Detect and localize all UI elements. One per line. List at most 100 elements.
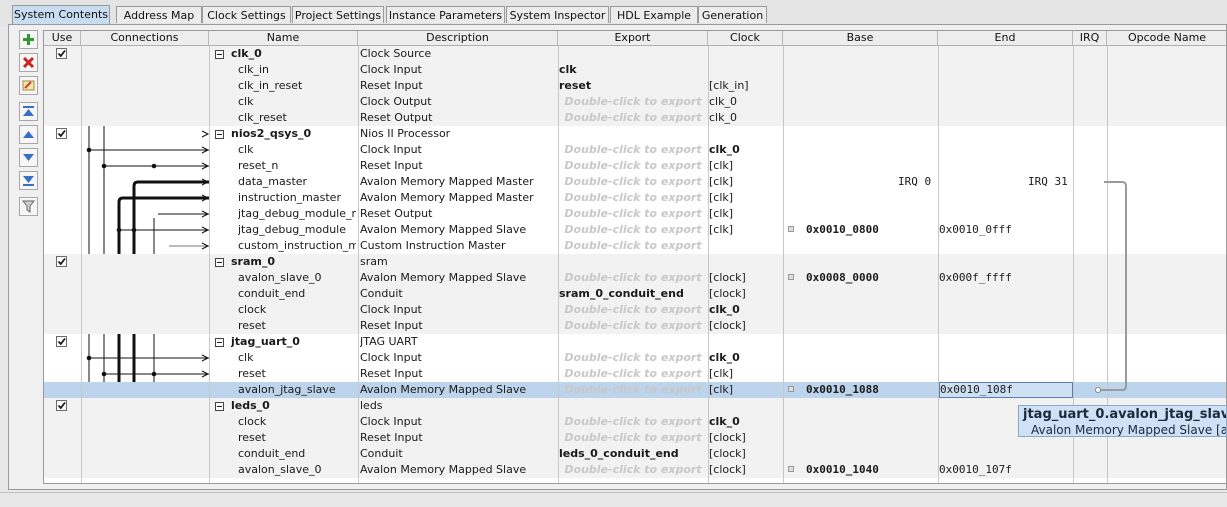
filter-button[interactable] <box>19 197 38 216</box>
clock-cell[interactable]: [clock] <box>709 270 782 286</box>
clock-cell[interactable]: [clock] <box>709 446 782 462</box>
move-bottom-button[interactable] <box>19 171 38 190</box>
interface-row[interactable]: clk_reset Reset Output Double-click to exp… <box>44 110 1226 126</box>
clock-cell[interactable]: [clk] <box>709 206 782 222</box>
name-cell[interactable]: reset <box>238 366 356 382</box>
interface-row[interactable]: clk Clock Input Double-click to export clk_… <box>44 350 1226 366</box>
tab-clock-settings[interactable]: Clock Settings <box>202 6 291 23</box>
clock-cell[interactable]: [clk] <box>709 222 782 238</box>
export-hint[interactable]: Double-click to export <box>558 94 708 110</box>
tab-generation[interactable]: Generation <box>698 6 767 23</box>
interface-row[interactable]: clk Clock Input Double-click to export clk_… <box>44 142 1226 158</box>
name-cell[interactable]: jtag_uart_0 <box>231 334 356 350</box>
clock-cell[interactable]: [clock] <box>709 462 782 478</box>
base-address[interactable]: 0x0008_0000 <box>806 270 936 286</box>
name-cell[interactable]: reset <box>238 318 356 334</box>
clock-cell[interactable]: [clock] <box>709 318 782 334</box>
column-header-end[interactable]: End <box>938 31 1073 45</box>
clock-cell[interactable]: clk_0 <box>709 110 782 126</box>
column-header-description[interactable]: Description <box>358 31 558 45</box>
irq-connection[interactable] <box>1074 31 1134 431</box>
name-cell[interactable]: clk_0 <box>231 46 356 62</box>
export-hint[interactable]: Double-click to export <box>558 174 708 190</box>
move-down-button[interactable] <box>19 148 38 167</box>
clock-cell[interactable]: clk_0 <box>709 142 782 158</box>
interface-row[interactable]: reset Reset Input Double-click to export [c… <box>44 366 1226 382</box>
name-cell[interactable]: data_master <box>238 174 356 190</box>
move-up-button[interactable] <box>19 125 38 144</box>
tab-instance-parameters[interactable]: Instance Parameters <box>386 6 505 23</box>
base-address[interactable]: 0x0010_1088 <box>806 382 936 398</box>
export-hint[interactable]: Double-click to export <box>558 462 708 478</box>
lock-icon[interactable] <box>788 274 794 280</box>
clock-cell[interactable]: clk_0 <box>709 302 782 318</box>
clock-cell[interactable]: [clk] <box>709 382 782 398</box>
add-button[interactable] <box>19 30 38 49</box>
export-name[interactable]: sram_0_conduit_end <box>559 286 707 302</box>
tab-address-map[interactable]: Address Map <box>116 6 202 23</box>
name-cell[interactable]: clk_in <box>238 62 356 78</box>
export-hint[interactable]: Double-click to export <box>558 206 708 222</box>
lock-icon[interactable] <box>788 466 794 472</box>
use-checkbox[interactable] <box>56 256 67 267</box>
export-hint[interactable]: Double-click to export <box>558 270 708 286</box>
export-name[interactable]: leds_0_conduit_end <box>559 446 707 462</box>
export-hint[interactable]: Double-click to export <box>558 110 708 126</box>
clock-cell[interactable]: [clock] <box>709 430 782 446</box>
column-header-export[interactable]: Export <box>558 31 708 45</box>
clock-cell[interactable]: [clk] <box>709 158 782 174</box>
column-header-base[interactable]: Base <box>783 31 938 45</box>
use-checkbox[interactable] <box>56 128 67 139</box>
base-address[interactable]: 0x0010_0800 <box>806 222 936 238</box>
export-hint[interactable]: Double-click to export <box>558 158 708 174</box>
name-cell[interactable]: custom_instruction_m... <box>238 238 356 254</box>
tab-system-inspector[interactable]: System Inspector <box>506 6 609 23</box>
name-cell[interactable]: jtag_debug_module_re... <box>238 206 356 222</box>
clock-cell[interactable]: clk_0 <box>709 350 782 366</box>
name-cell[interactable]: sram_0 <box>231 254 356 270</box>
interface-row[interactable]: reset_n Reset Input Double-click to export… <box>44 158 1226 174</box>
component-row[interactable]: sram_0 sram <box>44 254 1226 270</box>
export-hint[interactable]: Double-click to export <box>558 190 708 206</box>
name-cell[interactable]: reset <box>238 430 356 446</box>
edit-button[interactable] <box>19 76 38 95</box>
export-hint[interactable]: Double-click to export <box>558 238 708 254</box>
interface-row[interactable]: clk_in Clock Input clk <box>44 62 1226 78</box>
column-header-name[interactable]: Name <box>209 31 358 45</box>
interface-row[interactable]: instruction_master Avalon Memory Mapped M… <box>44 190 1226 206</box>
collapse-toggle-icon[interactable] <box>215 258 224 267</box>
column-header-clock[interactable]: Clock <box>708 31 783 45</box>
clock-cell[interactable]: clk_0 <box>709 94 782 110</box>
export-hint[interactable]: Double-click to export <box>558 366 708 382</box>
tab-project-settings[interactable]: Project Settings <box>292 6 384 23</box>
component-row[interactable]: nios2_qsys_0 Nios II Processor <box>44 126 1226 142</box>
clock-cell[interactable]: clk_0 <box>709 414 782 430</box>
tab-system-contents[interactable]: System Contents <box>12 5 110 24</box>
clock-cell[interactable]: [clock] <box>709 286 782 302</box>
clock-cell[interactable]: [clk] <box>709 366 782 382</box>
interface-row[interactable]: conduit_end Conduit leds_0_conduit_end [clo… <box>44 446 1226 462</box>
interface-row[interactable]: jtag_debug_module_re... Reset Output Doubl… <box>44 206 1226 222</box>
export-hint[interactable]: Double-click to export <box>558 318 708 334</box>
interface-row[interactable]: avalon_slave_0 Avalon Memory Mapped Slave… <box>44 462 1226 478</box>
use-checkbox[interactable] <box>56 400 67 411</box>
export-name[interactable]: reset <box>559 78 707 94</box>
name-cell[interactable]: avalon_slave_0 <box>238 270 356 286</box>
name-cell[interactable]: clk <box>238 350 356 366</box>
interface-row[interactable]: avalon_jtag_slave Avalon Memory Mapped Sl… <box>44 382 1226 398</box>
lock-icon[interactable] <box>788 386 794 392</box>
name-cell[interactable]: nios2_qsys_0 <box>231 126 356 142</box>
tab-hdl-example[interactable]: HDL Example <box>610 6 698 23</box>
interface-row[interactable]: reset Reset Input Double-click to export [c… <box>44 318 1226 334</box>
component-row[interactable]: jtag_uart_0 JTAG UART <box>44 334 1226 350</box>
interface-row[interactable]: data_master Avalon Memory Mapped Master Do… <box>44 174 1226 190</box>
base-address[interactable]: 0x0010_1040 <box>806 462 936 478</box>
name-cell[interactable]: clk_in_reset <box>238 78 356 94</box>
component-row[interactable]: clk_0 Clock Source <box>44 46 1226 62</box>
collapse-toggle-icon[interactable] <box>215 402 224 411</box>
name-cell[interactable]: leds_0 <box>231 398 356 414</box>
remove-button[interactable] <box>19 53 38 72</box>
name-cell[interactable]: avalon_slave_0 <box>238 462 356 478</box>
name-cell[interactable]: clk_reset <box>238 110 356 126</box>
export-name[interactable]: clk <box>559 62 707 78</box>
